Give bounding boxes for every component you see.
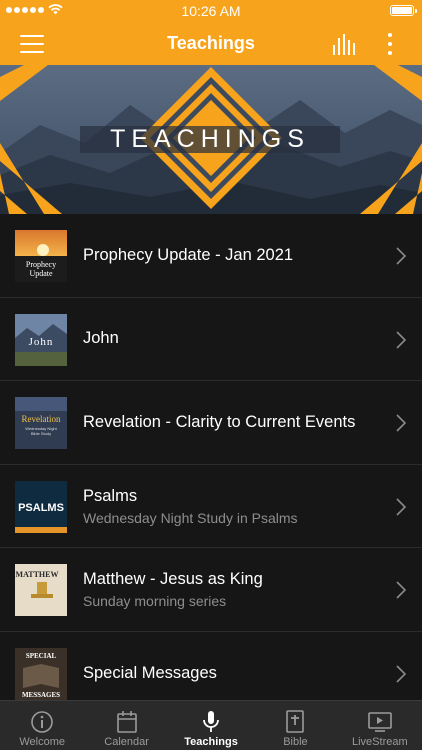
- item-title: Special Messages: [83, 663, 217, 682]
- svg-text:Revelation: Revelation: [22, 414, 61, 424]
- tv-play-icon: [368, 712, 392, 732]
- chevron-right-icon: [396, 665, 406, 683]
- tab-bar: Welcome Calendar Teachings Bible LiveStr…: [0, 700, 422, 750]
- tab-teachings[interactable]: Teachings: [169, 701, 253, 750]
- tab-calendar[interactable]: Calendar: [84, 701, 168, 750]
- tab-label: Calendar: [104, 736, 149, 748]
- battery-icon: [390, 5, 417, 16]
- microphone-icon: [203, 711, 219, 732]
- teachings-list: Prophecy Update Prophecy Update - Jan 20…: [0, 214, 422, 700]
- tab-livestream[interactable]: LiveStream: [338, 701, 422, 750]
- series-thumbnail: Revelation Wednesday Night Bible Study: [15, 397, 67, 450]
- series-thumbnail: Prophecy Update: [15, 230, 67, 282]
- chevron-right-icon: [396, 581, 406, 599]
- page-title: Teachings: [167, 33, 255, 53]
- nav-bar: Teachings: [0, 22, 422, 65]
- list-item[interactable]: SPECIAL MESSAGES Special Messages: [0, 632, 422, 700]
- tab-bible[interactable]: Bible: [253, 701, 337, 750]
- tab-label: Welcome: [19, 736, 66, 748]
- svg-text:MATTHEW: MATTHEW: [16, 570, 59, 579]
- list-item[interactable]: Revelation Wednesday Night Bible Study R…: [0, 381, 422, 465]
- list-item[interactable]: Prophecy Update Prophecy Update - Jan 20…: [0, 214, 422, 298]
- tab-welcome[interactable]: Welcome: [0, 701, 84, 750]
- chevron-right-icon: [396, 331, 406, 349]
- item-subtitle: Wednesday Night Study in Psalms: [83, 509, 298, 526]
- item-title: Matthew - Jesus as King: [83, 570, 263, 589]
- tab-label: LiveStream: [352, 736, 408, 748]
- item-subtitle: Sunday morning series: [83, 593, 227, 610]
- item-title: Revelation - Clarity to Current Events: [83, 412, 356, 431]
- tab-label: Bible: [283, 736, 308, 748]
- item-title: Psalms: [83, 486, 138, 505]
- calendar-icon: [116, 711, 137, 733]
- tab-label: Teachings: [184, 736, 238, 748]
- svg-text:Bible Study: Bible Study: [31, 431, 51, 436]
- status-bar: 10:26 AM: [0, 0, 422, 22]
- list-item[interactable]: PSALMS Psalms Wednesday Night Study in P…: [0, 465, 422, 549]
- audio-bars-icon[interactable]: [332, 33, 358, 55]
- item-title: John: [83, 329, 119, 348]
- svg-text:SPECIAL: SPECIAL: [26, 652, 57, 660]
- svg-text:Prophecy: Prophecy: [26, 260, 56, 269]
- svg-text:Update: Update: [29, 269, 53, 278]
- svg-text:PSALMS: PSALMS: [18, 502, 64, 514]
- bible-icon: [286, 710, 305, 733]
- more-options-icon[interactable]: [380, 32, 400, 56]
- teachings-banner: TEACHINGS: [0, 65, 422, 214]
- chevron-right-icon: [396, 414, 406, 432]
- svg-text:John: John: [29, 336, 54, 348]
- series-thumbnail: SPECIAL MESSAGES: [15, 647, 67, 700]
- chevron-right-icon: [396, 247, 406, 265]
- banner-title: TEACHINGS: [80, 126, 340, 153]
- series-thumbnail: PSALMS: [15, 480, 67, 533]
- list-item[interactable]: John John: [0, 298, 422, 382]
- list-item[interactable]: MATTHEW Matthew - Jesus as King Sunday m…: [0, 548, 422, 632]
- svg-text:MESSAGES: MESSAGES: [22, 691, 60, 699]
- item-title: Prophecy Update - Jan 2021: [83, 245, 294, 264]
- status-time: 10:26 AM: [181, 3, 241, 19]
- info-icon: [31, 711, 54, 733]
- chevron-right-icon: [396, 498, 406, 516]
- series-thumbnail: John: [15, 313, 67, 366]
- series-thumbnail: MATTHEW: [15, 564, 67, 617]
